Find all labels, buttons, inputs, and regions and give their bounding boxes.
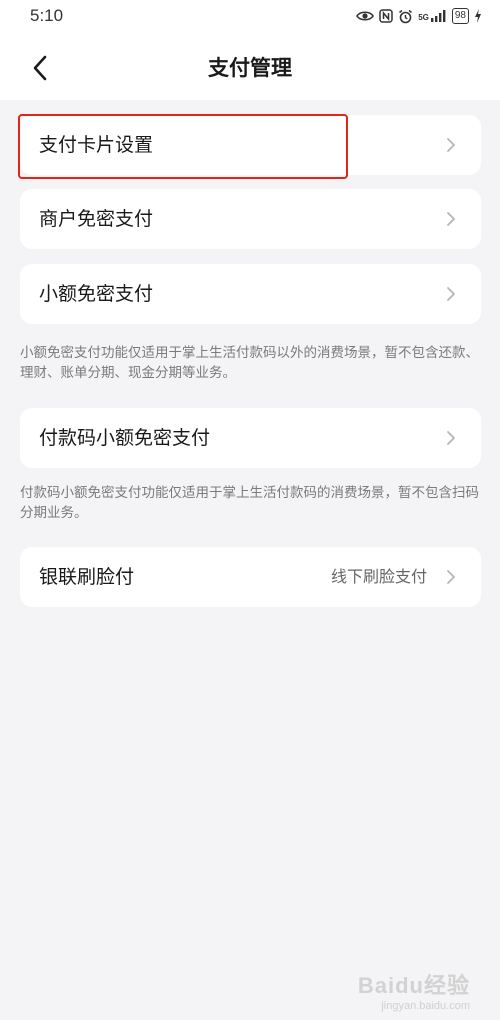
page-title: 支付管理	[208, 56, 292, 80]
alarm-icon	[398, 9, 413, 24]
status-icons: 5G 98	[356, 8, 482, 24]
item-label: 小额免密支付	[39, 283, 154, 305]
watermark-sub: jingyan.baidu.com	[381, 1000, 470, 1012]
nfc-icon	[379, 9, 393, 23]
watermark: Baidu经验 jingyan.baidu.com	[358, 968, 470, 1012]
watermark-main: Baidu经验	[357, 973, 470, 998]
battery-icon: 98	[451, 8, 469, 24]
item-label: 支付卡片设置	[39, 134, 154, 156]
item-label: 付款码小额免密支付	[39, 427, 211, 449]
status-time: 5:10	[30, 6, 64, 25]
small-amount-note: 小额免密支付功能仅适用于掌上生活付款码以外的消费场景，暂不包含还款、理财、账单分…	[20, 345, 479, 381]
charging-icon	[474, 9, 482, 23]
payment-code-small-amount-item[interactable]: 付款码小额免密支付	[20, 408, 481, 468]
signal-icon: 5G	[418, 10, 447, 22]
eye-icon	[356, 10, 375, 22]
small-amount-passwordless-item[interactable]: 小额免密支付	[20, 264, 481, 324]
battery-level: 98	[454, 10, 466, 21]
status-bar: 5:10 5G 98	[0, 0, 500, 34]
merchant-passwordless-payment-item[interactable]: 商户免密支付	[20, 189, 481, 249]
item-label: 商户免密支付	[39, 208, 154, 230]
chevron-right-icon	[447, 287, 455, 301]
chevron-right-icon	[447, 431, 455, 445]
chevron-right-icon	[447, 212, 455, 226]
header: 支付管理	[0, 34, 500, 100]
item-value: 线下刷脸支付	[330, 567, 427, 586]
chevron-right-icon	[447, 138, 455, 152]
payment-card-settings-item[interactable]: 支付卡片设置	[20, 115, 481, 175]
payment-code-note: 付款码小额免密支付功能仅适用于掌上生活付款码的消费场景，暂不包含扫码分期业务。	[20, 485, 479, 521]
network-type: 5G	[418, 13, 429, 22]
item-label: 银联刷脸付	[39, 566, 135, 588]
unionpay-face-pay-item[interactable]: 银联刷脸付 线下刷脸支付	[20, 547, 481, 607]
chevron-right-icon	[447, 570, 455, 584]
